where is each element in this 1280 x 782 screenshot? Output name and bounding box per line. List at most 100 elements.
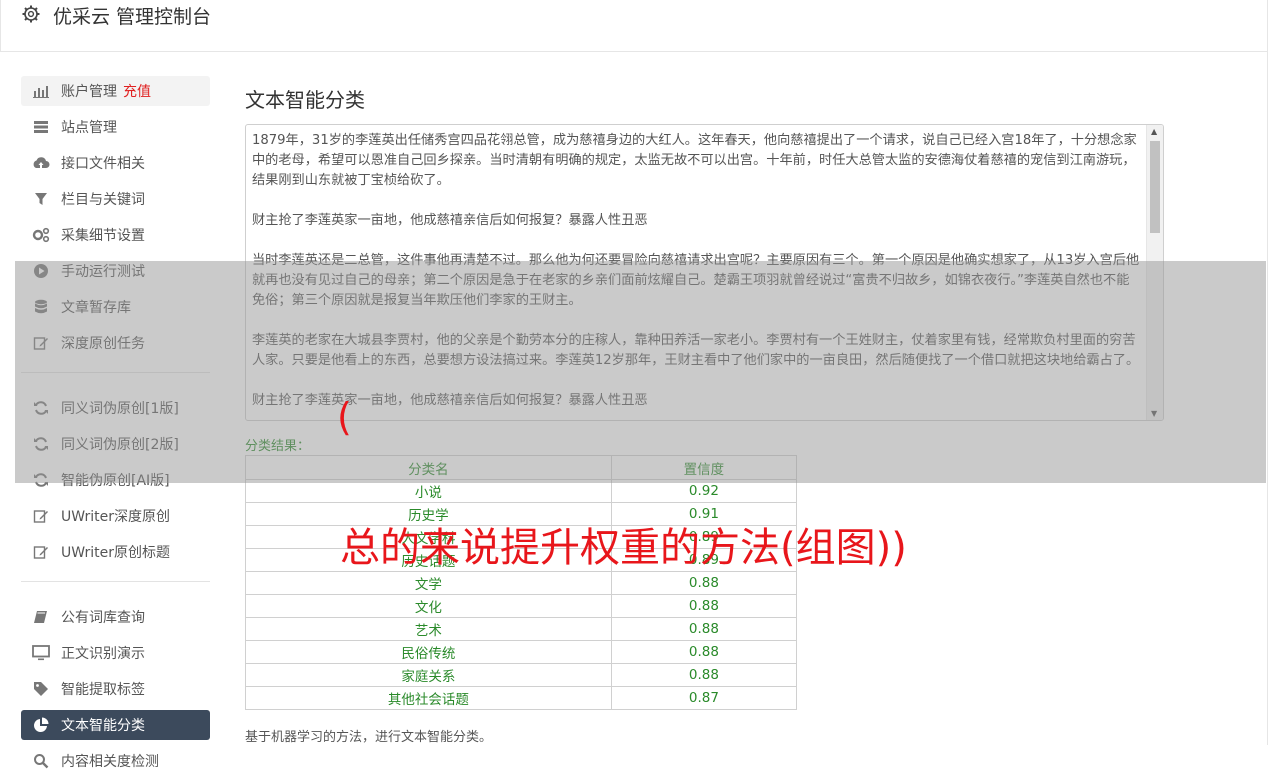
cogs-icon [32, 226, 50, 244]
sidebar-item-label: 内容相关度检测 [61, 754, 159, 770]
text-paragraph: 财主抢了李莲英家一亩地，他成慈禧亲信后如何报复？暴露人性丑恶 [252, 213, 648, 228]
sidebar-item[interactable]: 账户管理 充值 [21, 76, 210, 106]
sidebar-item-label: 文章暂存库 [61, 300, 131, 316]
column-header-category: 分类名 [245, 455, 612, 480]
text-paragraph: 李莲英的老家在大城县李贾村，他的父亲是个勤劳本分的庄稼人，靠种田养活一家老小。李… [252, 333, 1140, 368]
sidebar-item[interactable]: 深度原创任务 [21, 328, 210, 358]
table-row: 文学 0.88 [245, 571, 798, 595]
sidebar-item[interactable]: 内容相关度检测 [21, 746, 210, 776]
sidebar-item[interactable]: 文章暂存库 [21, 292, 210, 322]
page-title: 文本智能分类 [245, 88, 365, 112]
play-circle-icon [32, 262, 50, 280]
sidebar-item-label: UWriter深度原创 [61, 509, 170, 525]
confidence-cell: 0.88 [610, 640, 798, 664]
result-table: 分类名 置信度 小说 0.92 历史学 0.91 人文学科 0.89 历史话题 0.89 文学 0… [245, 455, 798, 710]
text-paragraph: 1879年，31岁的李莲英出任储秀宫四品花翎总管，成为慈禧身边的大红人。这年春天… [252, 133, 1137, 188]
pie-chart-icon [32, 716, 50, 734]
refresh-icon [32, 471, 50, 489]
confidence-cell: 0.88 [610, 663, 798, 687]
confidence-cell: 0.87 [610, 686, 798, 710]
column-header-confidence: 置信度 [610, 455, 798, 480]
sidebar-item[interactable]: 手动运行测试 [21, 256, 210, 286]
sidebar-item[interactable]: 文本智能分类 [21, 710, 210, 740]
sidebar-item-label: 智能伪原创[AI版] [61, 473, 170, 489]
category-cell: 文学 [245, 571, 612, 595]
category-cell: 民俗传统 [245, 640, 612, 664]
category-cell: 小说 [245, 479, 612, 503]
text-input-area[interactable]: 1879年，31岁的李莲英出任储秀宫四品花翎总管，成为慈禧身边的大红人。这年春天… [245, 124, 1164, 421]
table-row: 其他社会话题 0.87 [245, 686, 798, 710]
refresh-icon [32, 435, 50, 453]
sidebar-item-label: UWriter原创标题 [61, 545, 170, 561]
table-row: 艺术 0.88 [245, 617, 798, 641]
confidence-cell: 0.88 [610, 571, 798, 595]
sidebar-item-label: 正文识别演示 [61, 646, 145, 662]
result-label: 分类结果： [245, 439, 311, 454]
confidence-cell: 0.88 [610, 617, 798, 641]
sidebar-item-label: 同义词伪原创[1版] [61, 401, 179, 417]
footnote: 基于机器学习的方法，进行文本智能分类。 [245, 730, 493, 745]
sidebar-item[interactable]: 站点管理 [21, 112, 210, 142]
sidebar-item[interactable]: 公有词库查询 [21, 602, 210, 632]
sidebar-item-label: 站点管理 [61, 120, 117, 136]
scrollbar-thumb[interactable] [1150, 141, 1160, 233]
cloud-upload-icon [32, 154, 50, 172]
monitor-icon [32, 644, 50, 662]
refresh-icon [32, 399, 50, 417]
scroll-down-icon[interactable]: ▼ [1151, 409, 1157, 418]
app-title: 优采云 管理控制台 [53, 6, 212, 28]
sidebar-item-label: 手动运行测试 [61, 264, 145, 280]
sidebar-item[interactable]: 智能伪原创[AI版] [21, 465, 210, 495]
scrollbar[interactable]: ▲ ▼ [1146, 125, 1163, 420]
sidebar-divider [21, 372, 210, 373]
overlay-headline: 总的来说提升权重的方法(组图)) [340, 525, 907, 571]
gear-icon [22, 5, 40, 23]
sidebar: 账户管理 充值站点管理接口文件相关 栏目与关键词 采集细节设置 手动运行测试 文章暂存库深… [21, 76, 210, 782]
sidebar-item-label: 采集细节设置 [61, 228, 145, 244]
sidebar-item[interactable]: 正文识别演示 [21, 638, 210, 668]
overlay-paren: ( [337, 395, 352, 439]
text-content: 1879年，31岁的李莲英出任储秀宫四品花翎总管，成为慈禧身边的大红人。这年春天… [252, 131, 1141, 420]
page-right-border [1267, 0, 1268, 745]
table-row: 小说 0.92 [245, 479, 798, 503]
sidebar-item-label: 深度原创任务 [61, 336, 145, 352]
top-bar: 优采云 管理控制台 [0, 0, 1268, 52]
edit-icon [32, 507, 50, 525]
sidebar-item-label: 账户管理 [61, 84, 117, 100]
recharge-link[interactable]: 充值 [123, 81, 151, 101]
search-icon [32, 752, 50, 770]
sidebar-item[interactable]: 智能提取标签 [21, 674, 210, 704]
sidebar-item-label: 公有词库查询 [61, 610, 145, 626]
text-paragraph: 财主抢了李莲英家一亩地，他成慈禧亲信后如何报复？暴露人性丑恶 [252, 393, 648, 408]
sidebar-item[interactable]: 同义词伪原创[1版] [21, 393, 210, 423]
scroll-up-icon[interactable]: ▲ [1151, 127, 1157, 136]
sidebar-item[interactable]: UWriter原创标题 [21, 537, 210, 567]
table-row: 家庭关系 0.88 [245, 663, 798, 687]
tag-icon [32, 680, 50, 698]
sidebar-item-label: 栏目与关键词 [61, 192, 145, 208]
filter-icon [32, 190, 50, 208]
text-paragraph: 当时李莲英还是二总管，这件事他再清楚不过。那么他为何还要冒险向慈禧请求出宫呢？主… [252, 253, 1140, 308]
edit-icon [32, 334, 50, 352]
table-header-row: 分类名 置信度 [245, 455, 798, 480]
category-cell: 文化 [245, 594, 612, 618]
sidebar-item[interactable]: 接口文件相关 [21, 148, 210, 178]
sidebar-item[interactable]: UWriter深度原创 [21, 501, 210, 531]
sidebar-item[interactable]: 栏目与关键词 [21, 184, 210, 214]
bar-chart-icon [32, 82, 50, 100]
sidebar-item-label: 智能提取标签 [61, 682, 145, 698]
main-content: 文本智能分类 [244, 80, 1164, 127]
confidence-cell: 0.88 [610, 594, 798, 618]
sidebar-item-label: 接口文件相关 [61, 156, 145, 172]
server-icon [32, 118, 50, 136]
sidebar-item[interactable]: 同义词伪原创[2版] [21, 429, 210, 459]
sidebar-item[interactable]: 采集细节设置 [21, 220, 210, 250]
edit-icon [32, 543, 50, 561]
result-table-body: 小说 0.92 历史学 0.91 人文学科 0.89 历史话题 0.89 文学 0.88 文化 0.8… [245, 479, 798, 710]
sidebar-divider [21, 581, 210, 582]
sidebar-item-label: 文本智能分类 [61, 718, 145, 734]
book-icon [32, 608, 50, 626]
table-row: 文化 0.88 [245, 594, 798, 618]
confidence-cell: 0.92 [610, 479, 798, 503]
database-icon [32, 298, 50, 316]
